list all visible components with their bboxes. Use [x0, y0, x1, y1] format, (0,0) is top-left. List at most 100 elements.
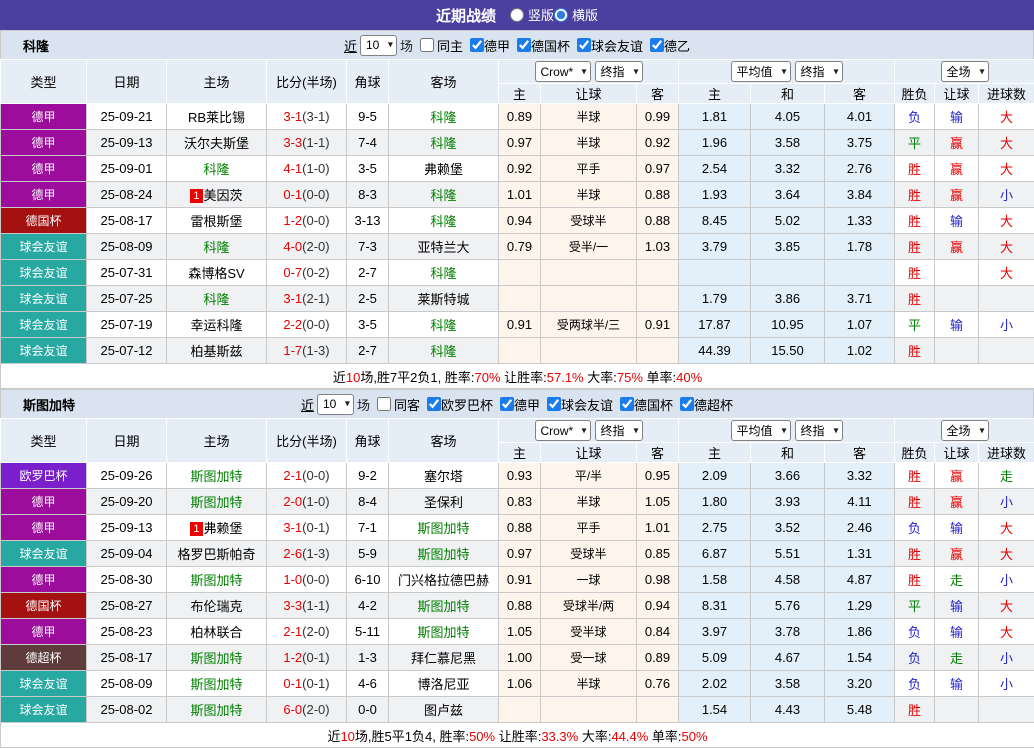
avg-draw-odds-cell: 3.66 — [751, 463, 825, 489]
league-filter-0[interactable]: 欧罗巴杯 — [423, 395, 493, 414]
corners-cell: 7-3 — [347, 234, 389, 260]
match-row: 德国杯25-08-27布伦瑞克3-3(1-1)4-2斯图加特0.88受球半/两0… — [1, 593, 1034, 619]
competition-badge: 德甲 — [1, 156, 87, 182]
avg-away-odds-cell: 1.29 — [825, 593, 895, 619]
games-label: 场 — [400, 36, 413, 55]
competition-badge: 德甲 — [1, 489, 87, 515]
away-team-cell: 科隆 — [389, 208, 499, 234]
corners-cell: 2-7 — [347, 260, 389, 286]
same-venue-option[interactable]: 同主 — [416, 36, 463, 55]
version-option-1[interactable]: 横版 — [554, 5, 598, 24]
avg-away-odds-cell: 2.76 — [825, 156, 895, 182]
competition-badge: 球会友谊 — [1, 234, 87, 260]
home-team-cell: 斯图加特 — [167, 697, 267, 723]
handicap-home-odds-cell: 1.06 — [499, 671, 541, 697]
date-cell: 25-07-25 — [87, 286, 167, 312]
away-team-cell: 拜仁慕尼黑 — [389, 645, 499, 671]
recent-count-select[interactable]: 10 — [317, 394, 354, 415]
col-header-3: 比分(半场) — [267, 60, 347, 104]
league-filter-3[interactable]: 德乙 — [646, 36, 690, 55]
final-odds-select-wrap: 终指 — [595, 420, 643, 441]
recent-link[interactable]: 近 — [301, 395, 314, 414]
goals-result-cell: 大 — [979, 515, 1034, 541]
league-filter-2[interactable]: 球会友谊 — [543, 395, 613, 414]
league-filter-checkbox-0[interactable] — [470, 38, 484, 52]
home-team-cell: 格罗巴斯帕奇 — [167, 541, 267, 567]
bookmaker-select[interactable]: Crow* — [535, 420, 591, 441]
match-row: 德甲25-09-131弗赖堡3-1(0-1)7-1斯图加特0.88平手1.012… — [1, 515, 1034, 541]
league-filter-2[interactable]: 球会友谊 — [573, 36, 643, 55]
away-team-cell: 科隆 — [389, 104, 499, 130]
same-venue-option[interactable]: 同客 — [373, 395, 420, 414]
full-match-select[interactable]: 全场 — [941, 61, 989, 82]
competition-badge: 球会友谊 — [1, 286, 87, 312]
league-filter-4[interactable]: 德超杯 — [676, 395, 733, 414]
home-team-cell: 斯图加特 — [167, 489, 267, 515]
summary-row: 近10场,胜5平1负4, 胜率:50% 让胜率:33.3% 大率:44.4% 单… — [1, 723, 1034, 748]
full-match-select-wrap: 全场 — [941, 61, 989, 82]
league-filter-1[interactable]: 德国杯 — [513, 36, 570, 55]
handicap-line-cell: 半球 — [541, 489, 637, 515]
away-team-cell: 科隆 — [389, 130, 499, 156]
handicap-away-odds-cell: 0.97 — [637, 156, 679, 182]
full-match-select[interactable]: 全场 — [941, 420, 989, 441]
league-filter-checkbox-3[interactable] — [650, 38, 664, 52]
handicap-away-odds-cell: 1.03 — [637, 234, 679, 260]
home-team-cell: 斯图加特 — [167, 671, 267, 697]
same-venue-checkbox[interactable] — [420, 38, 434, 52]
handicap-home-odds-cell: 0.93 — [499, 463, 541, 489]
avg-away-odds-cell: 1.07 — [825, 312, 895, 338]
filter-bar: 近10场 同主德甲德国杯球会友谊德乙 — [344, 35, 690, 56]
bookmaker-select[interactable]: Crow* — [535, 61, 591, 82]
final-odds-select-2[interactable]: 终指 — [795, 61, 843, 82]
version-option-0[interactable]: 竖版 — [510, 5, 554, 24]
avg-odds-select[interactable]: 平均值 — [731, 420, 791, 441]
recent-count-select[interactable]: 10 — [360, 35, 397, 56]
final-odds-select[interactable]: 终指 — [595, 61, 643, 82]
goals-result-cell — [979, 338, 1034, 364]
handicap-away-odds-cell: 0.94 — [637, 593, 679, 619]
final-odds-select[interactable]: 终指 — [595, 420, 643, 441]
league-filter-checkbox-1[interactable] — [517, 38, 531, 52]
league-filter-checkbox-0[interactable] — [427, 397, 441, 411]
league-filter-checkbox-2[interactable] — [547, 397, 561, 411]
league-filter-checkbox-4[interactable] — [680, 397, 694, 411]
recent-link[interactable]: 近 — [344, 36, 357, 55]
avg-home-odds-cell: 1.93 — [679, 182, 751, 208]
competition-badge: 球会友谊 — [1, 338, 87, 364]
final-odds-select-2[interactable]: 终指 — [795, 420, 843, 441]
home-team-cell: 科隆 — [167, 286, 267, 312]
corners-cell: 3-5 — [347, 312, 389, 338]
score-cell: 3-3(1-1) — [267, 593, 347, 619]
version-radio-1[interactable] — [554, 8, 568, 22]
avg-odds-select[interactable]: 平均值 — [731, 61, 791, 82]
same-venue-checkbox[interactable] — [377, 397, 391, 411]
avg-draw-odds-cell: 5.76 — [751, 593, 825, 619]
win-loss-result-cell: 胜 — [895, 208, 935, 234]
corners-cell: 2-5 — [347, 286, 389, 312]
handicap-line-cell: 受一球 — [541, 645, 637, 671]
avg-home-odds-cell: 3.79 — [679, 234, 751, 260]
handicap-home-odds-cell — [499, 286, 541, 312]
version-radio-0[interactable] — [510, 8, 524, 22]
handicap-result-cell — [935, 697, 979, 723]
avg-away-odds-cell: 3.71 — [825, 286, 895, 312]
league-filter-0[interactable]: 德甲 — [466, 36, 510, 55]
corners-cell: 3-5 — [347, 156, 389, 182]
league-filter-checkbox-2[interactable] — [577, 38, 591, 52]
league-filter-checkbox-3[interactable] — [620, 397, 634, 411]
corners-cell: 1-3 — [347, 645, 389, 671]
league-filter-1[interactable]: 德甲 — [496, 395, 540, 414]
match-row: 德甲25-09-20斯图加特2-0(1-0)8-4圣保利0.83半球1.051.… — [1, 489, 1034, 515]
avg-away-odds-cell: 4.11 — [825, 489, 895, 515]
league-filter-3[interactable]: 德国杯 — [616, 395, 673, 414]
score-cell: 0-7(0-2) — [267, 260, 347, 286]
same-venue-label: 同主 — [437, 36, 463, 55]
handicap-line-cell — [541, 260, 637, 286]
team-label: 拜仁慕尼黑 — [411, 651, 476, 666]
team-label: 博洛尼亚 — [417, 677, 469, 692]
corners-cell: 4-2 — [347, 593, 389, 619]
league-filter-checkbox-1[interactable] — [500, 397, 514, 411]
match-row: 球会友谊25-08-02斯图加特6-0(2-0)0-0图卢兹1.544.435.… — [1, 697, 1034, 723]
date-cell: 25-07-31 — [87, 260, 167, 286]
